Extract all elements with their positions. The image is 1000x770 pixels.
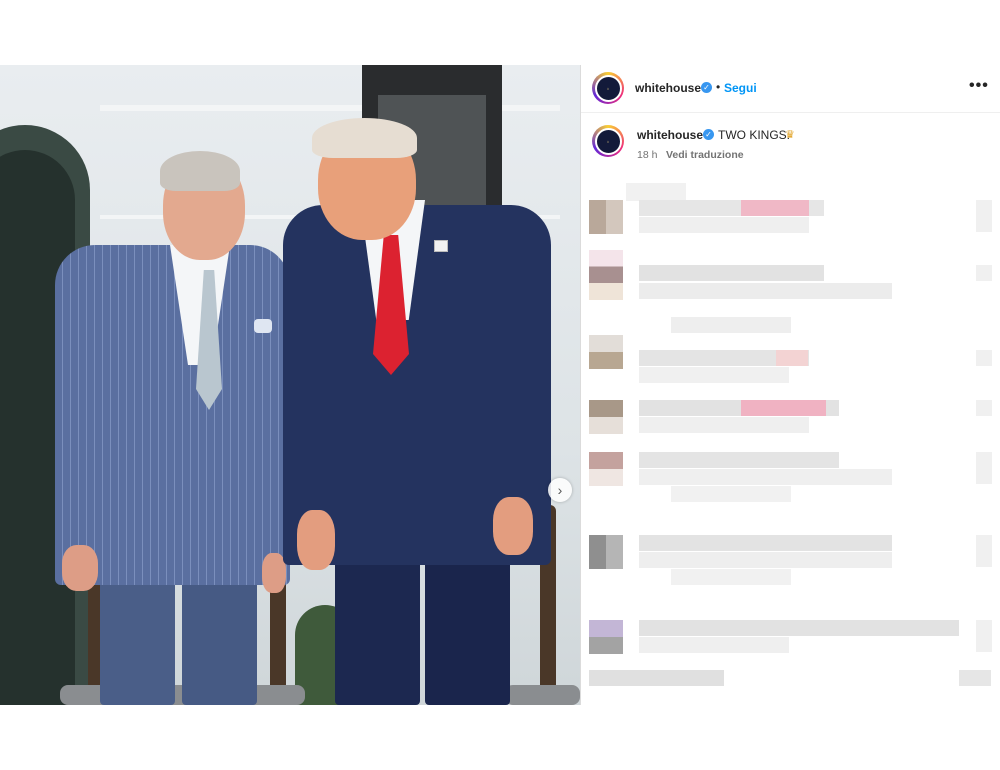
comment-text-pixelated	[639, 283, 892, 299]
caption-text: TWO KINGS.	[718, 128, 790, 142]
comment-text-pixelated	[671, 486, 791, 502]
comment-text-pixelated	[639, 620, 959, 636]
white-house-logo-icon: ⌂	[594, 74, 622, 102]
comment-avatar[interactable]	[589, 620, 623, 654]
comment-avatar[interactable]	[589, 250, 623, 300]
more-options-icon[interactable]: •••	[969, 77, 989, 95]
photo-hand	[297, 510, 335, 570]
comment-text-pixelated	[639, 469, 892, 485]
chevron-right-icon: ›	[557, 482, 563, 498]
photo-hand	[62, 545, 98, 591]
photo-lapel-pin	[434, 240, 448, 252]
comment-text-pixelated	[639, 217, 809, 233]
see-translation-link[interactable]: Vedi traduzione	[666, 149, 744, 161]
post-timestamp[interactable]: 18 h	[637, 149, 657, 161]
photo-hand	[493, 497, 533, 555]
photo-trouser	[182, 575, 257, 705]
comment-avatar[interactable]	[589, 535, 623, 569]
photo-hair	[312, 118, 417, 158]
comment-like-icon[interactable]	[976, 535, 992, 567]
post-photo[interactable]: ›	[0, 65, 580, 705]
comment-avatar[interactable]	[589, 452, 623, 486]
caption-username[interactable]: whitehouse	[637, 128, 703, 142]
comment-avatar[interactable]	[589, 335, 623, 369]
comment-text-pixelated	[671, 317, 791, 333]
author-avatar[interactable]: ⌂	[592, 72, 624, 104]
photo-suit-jacket	[55, 245, 290, 585]
comment-text-pixelated	[626, 183, 686, 201]
comment-like-icon[interactable]	[976, 350, 992, 366]
photo-hair	[160, 151, 240, 191]
comment-text-pixelated	[639, 552, 892, 568]
comment-text-pixelated	[639, 637, 789, 653]
comment-like-icon[interactable]	[976, 620, 992, 652]
comment-like-icon[interactable]	[976, 452, 992, 484]
photo-trouser	[100, 575, 175, 705]
instagram-post: › ⌂ whitehouse ✓ • Segui ••• ⌂ whitehous…	[0, 65, 1000, 705]
comment-text-pixelated	[639, 265, 824, 281]
header-separator: •	[716, 80, 721, 94]
next-photo-button[interactable]: ›	[548, 478, 572, 502]
comment-avatar[interactable]	[589, 200, 623, 234]
crown-emoji-icon: ♛	[785, 129, 795, 141]
caption-author-avatar[interactable]: ⌂	[592, 125, 624, 157]
comment-like-icon[interactable]	[959, 670, 991, 686]
comment-text-pixelated	[741, 200, 809, 216]
comment-avatar[interactable]	[589, 400, 623, 434]
follow-button[interactable]: Segui	[724, 81, 757, 95]
comment-like-icon[interactable]	[976, 265, 992, 281]
photo-chair-seat	[505, 685, 580, 705]
comment-text-pixelated	[741, 400, 826, 416]
comment-like-icon[interactable]	[976, 200, 992, 232]
verified-badge-icon: ✓	[701, 82, 712, 93]
comment-text-pixelated	[639, 535, 892, 551]
photo-pocket-square	[254, 319, 272, 333]
post-header: ⌂ whitehouse ✓ • Segui •••	[581, 65, 1000, 113]
comment-text-pixelated	[639, 367, 789, 383]
white-house-logo-icon: ⌂	[594, 127, 622, 155]
comment-text-pixelated	[639, 417, 809, 433]
author-username[interactable]: whitehouse	[635, 81, 701, 95]
comment-text-pixelated	[589, 670, 724, 686]
comment-text-pixelated	[671, 569, 791, 585]
comment-text-pixelated	[639, 452, 839, 468]
comment-like-icon[interactable]	[976, 400, 992, 416]
comment-text-pixelated	[776, 350, 808, 366]
post-side-panel: ⌂ whitehouse ✓ • Segui ••• ⌂ whitehouse …	[580, 65, 1000, 705]
verified-badge-icon: ✓	[703, 129, 714, 140]
